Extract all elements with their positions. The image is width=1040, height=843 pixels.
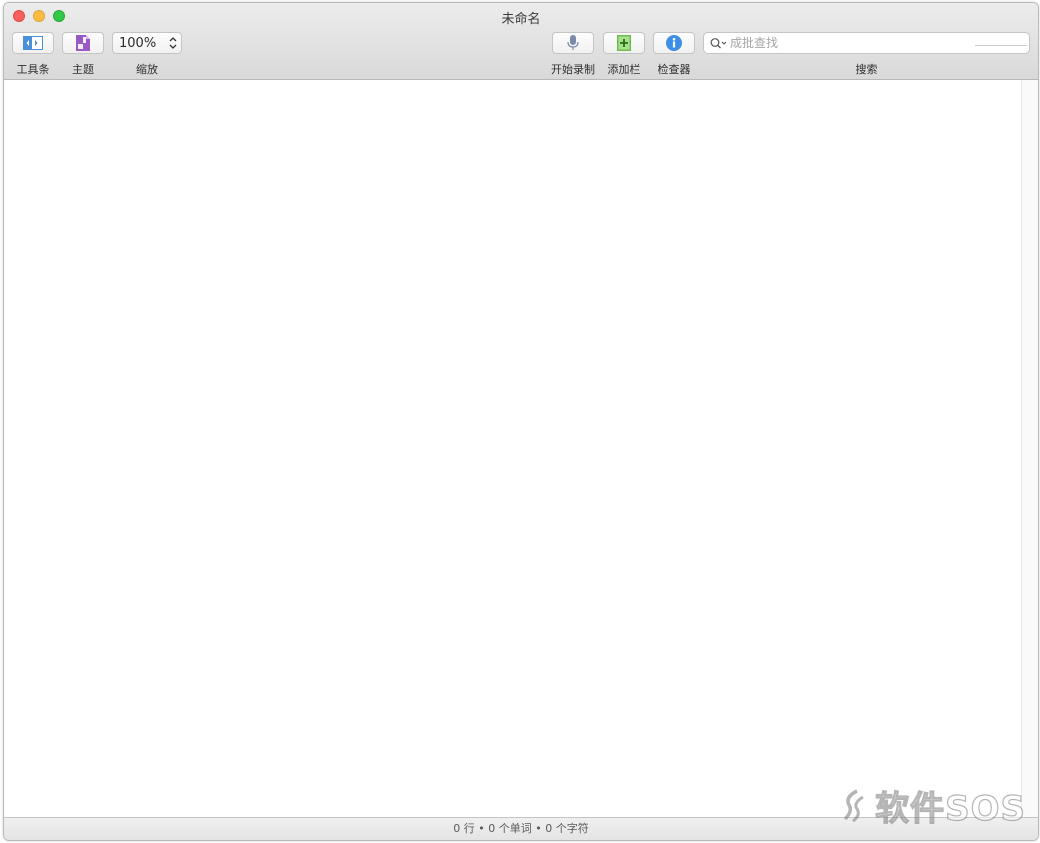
search-field[interactable] xyxy=(703,32,1030,54)
watermark-logo-icon xyxy=(843,788,864,822)
theme-label: 主题 xyxy=(72,63,94,76)
search-input[interactable] xyxy=(730,34,960,52)
add-sheet-label: 添加栏 xyxy=(607,63,641,76)
inspector-label: 检查器 xyxy=(657,63,691,76)
watermark-text: 软件SOS xyxy=(875,788,1026,829)
record-button[interactable] xyxy=(552,32,594,54)
microphone-icon xyxy=(567,35,579,50)
search-divider xyxy=(975,45,1027,46)
record-label: 开始录制 xyxy=(551,63,595,76)
watermark: 软件SOS xyxy=(839,781,1026,830)
stepper-chevrons-icon[interactable] xyxy=(168,35,178,51)
search-icon[interactable] xyxy=(710,37,728,50)
sidebar-label: 工具条 xyxy=(16,63,50,76)
add-sheet-icon xyxy=(617,35,631,51)
window-title: 未命名 xyxy=(501,12,541,27)
search-label: 搜索 xyxy=(855,63,878,76)
inspector-button[interactable] xyxy=(653,32,695,54)
titlebar: 未命名 工具条 主题 100% 缩放 开始录制 添加栏 检查器 成批查找 搜索 xyxy=(4,3,1038,80)
zoom-value: 100% xyxy=(119,36,157,51)
zoom-select[interactable]: 100% xyxy=(112,32,182,54)
sidebar-toggle-button[interactable] xyxy=(12,32,54,54)
theme-button[interactable] xyxy=(62,32,104,54)
theme-palette-icon xyxy=(76,35,90,51)
sidebar-toggle-icon xyxy=(23,36,43,50)
info-icon xyxy=(666,35,682,51)
text-editor[interactable] xyxy=(4,80,1021,817)
document-stats: 0 行 • 0 个单词 • 0 个字符 xyxy=(453,822,589,835)
add-sheet-button[interactable] xyxy=(603,32,645,54)
vertical-scrollbar[interactable] xyxy=(1021,80,1038,817)
app-window: 未命名 工具条 主题 100% 缩放 开始录制 添加栏 检查器 成批查找 搜索 … xyxy=(3,2,1039,841)
zoom-label: 缩放 xyxy=(136,63,158,76)
